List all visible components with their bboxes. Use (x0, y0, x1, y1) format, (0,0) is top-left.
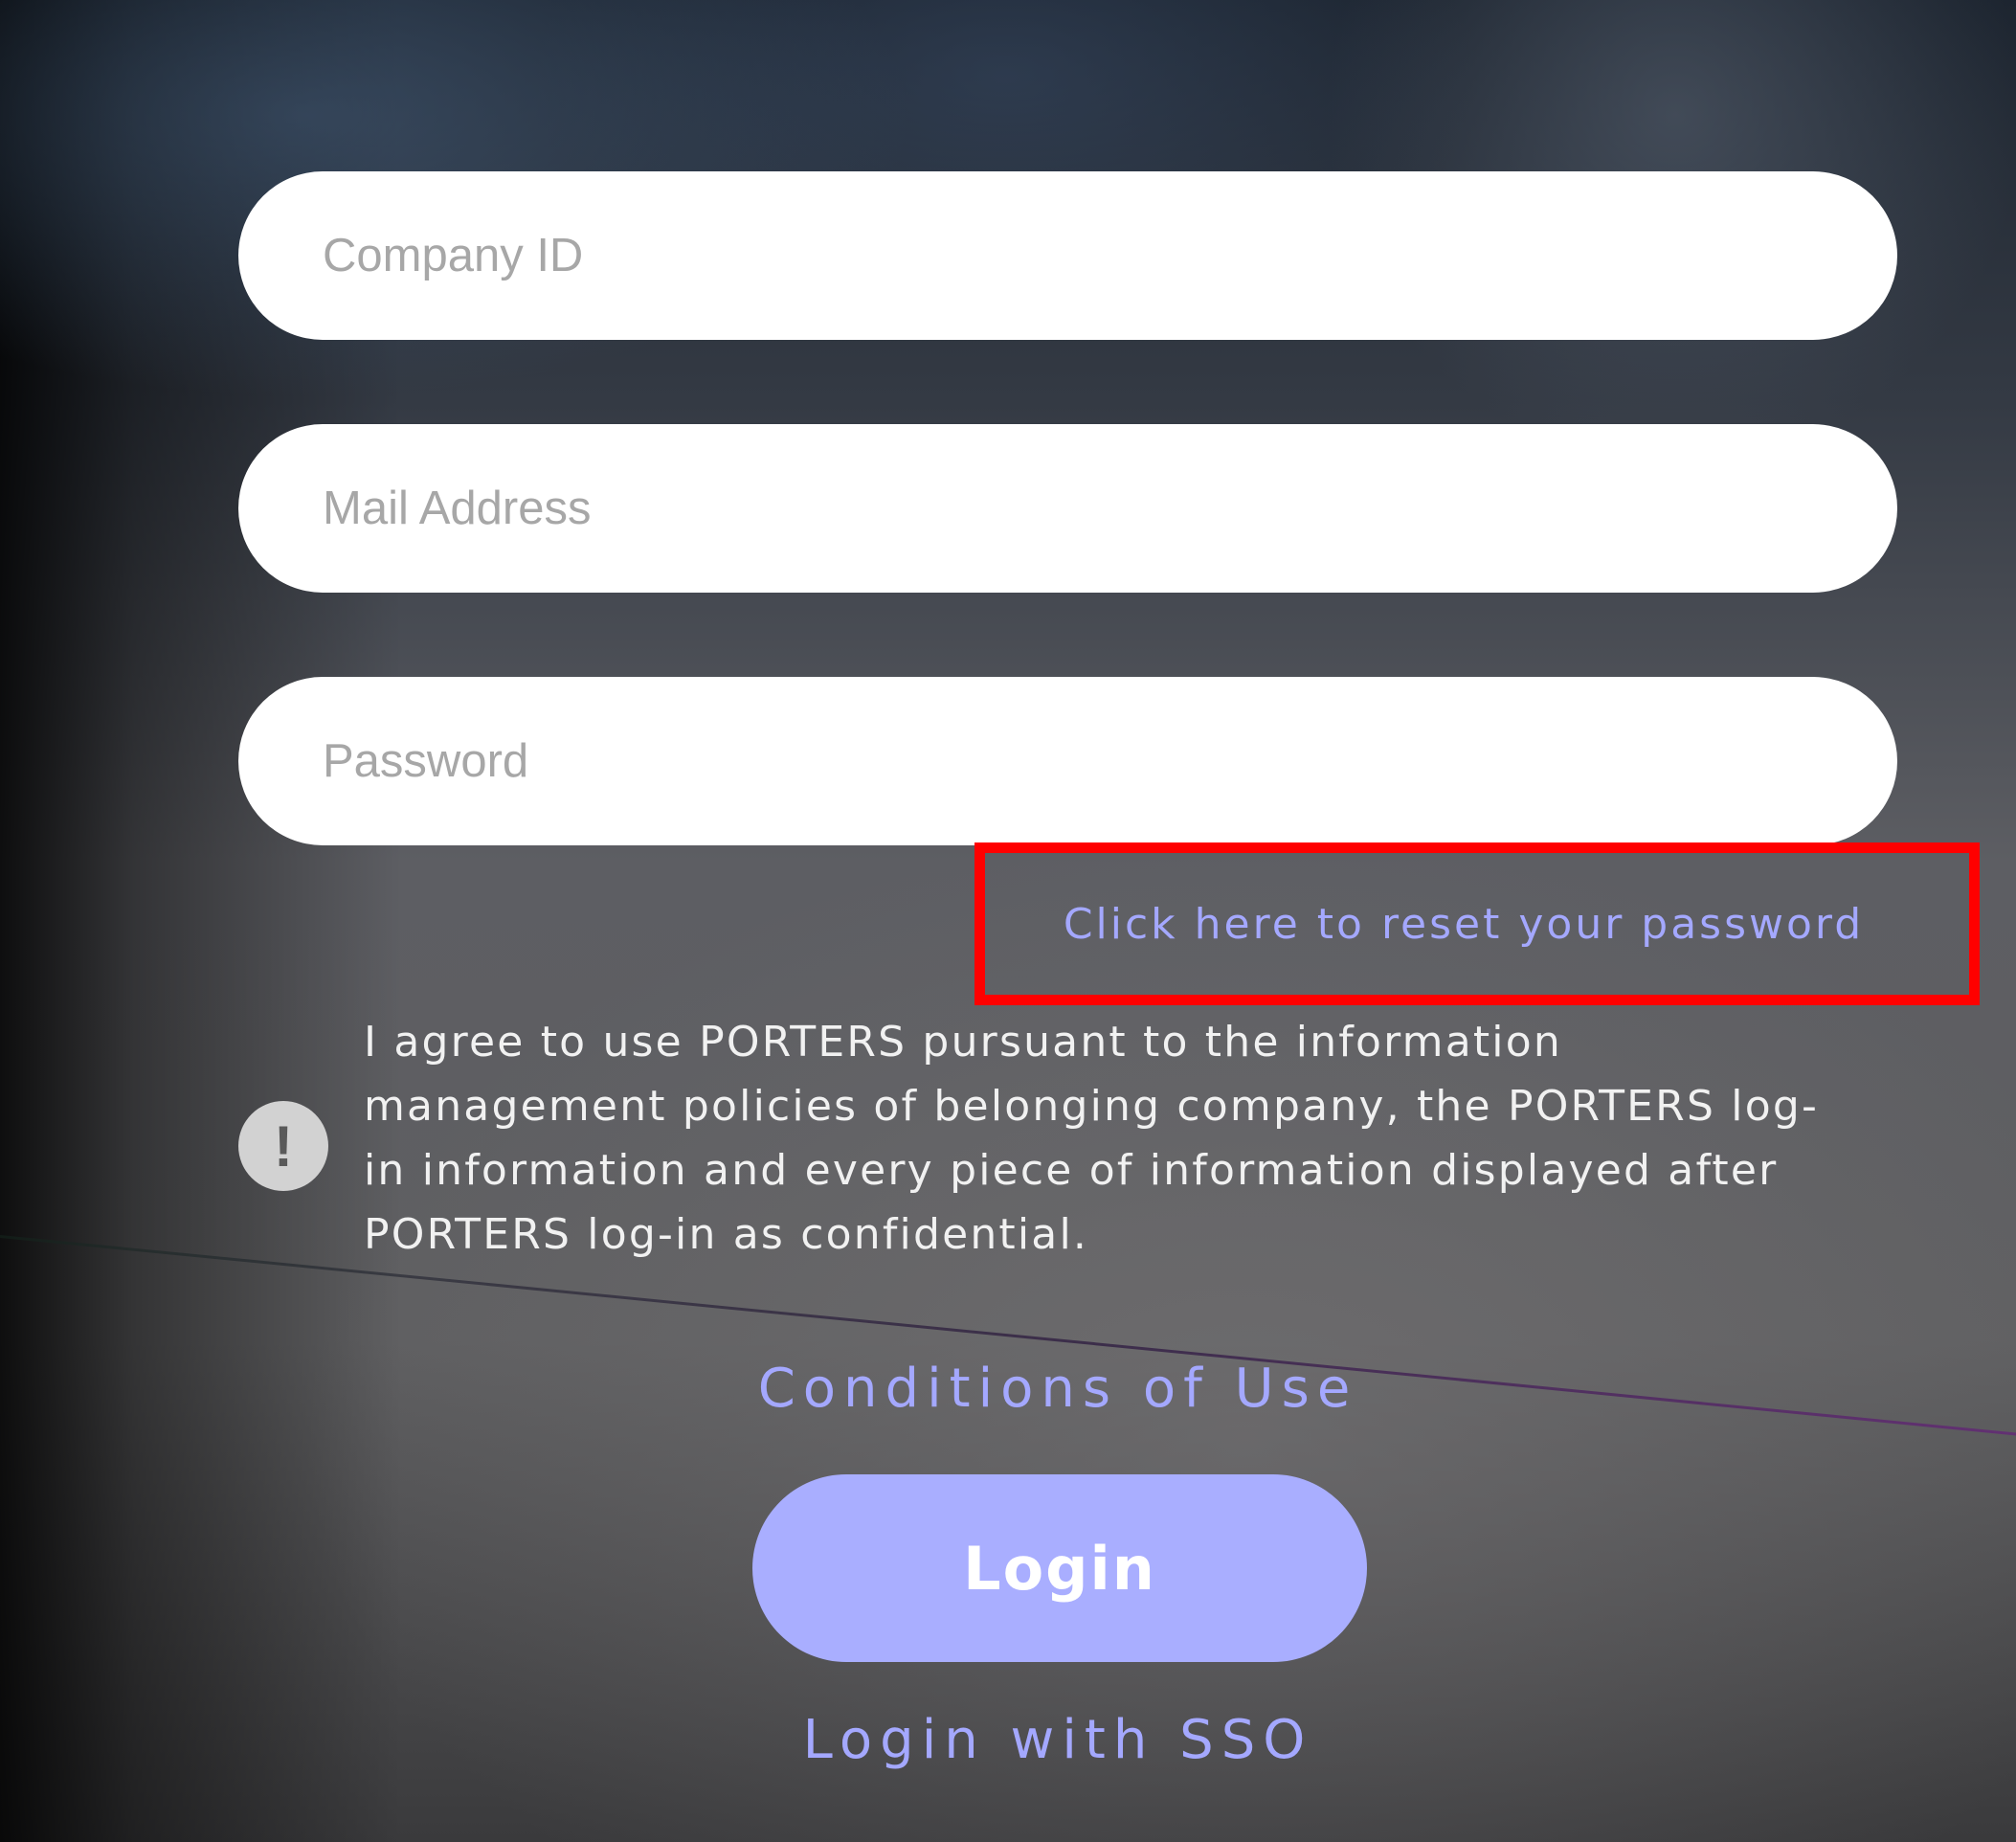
company-id-input[interactable] (238, 171, 1897, 340)
confidentiality-notice: I agree to use PORTERS pursuant to the i… (364, 1018, 1820, 1259)
login-with-sso-link[interactable]: Login with SSO (0, 1709, 2016, 1771)
exclamation-icon: ! (238, 1101, 328, 1191)
mail-address-input[interactable] (238, 424, 1897, 593)
conditions-of-use-link[interactable]: Conditions of Use (0, 1358, 2016, 1420)
login-button[interactable]: Login (752, 1474, 1367, 1662)
reset-password-label: Click here to reset your password (1063, 899, 1865, 949)
password-input[interactable] (238, 677, 1897, 845)
reset-password-link[interactable]: Click here to reset your password (974, 842, 1980, 1005)
